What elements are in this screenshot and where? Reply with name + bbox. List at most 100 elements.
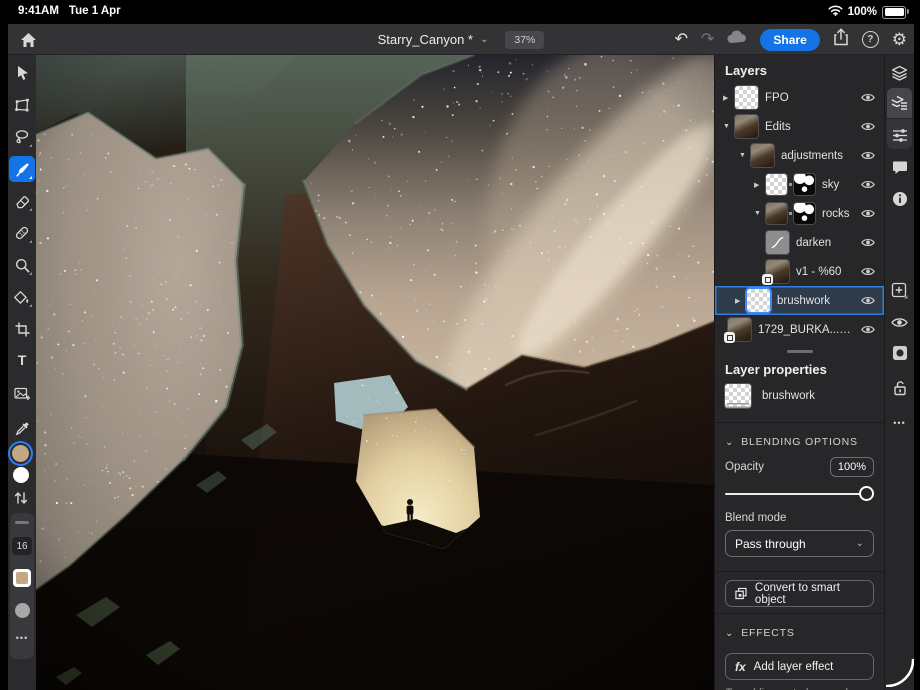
layer-visibility-eye-icon[interactable] [861,266,875,277]
blend-mode-dropdown[interactable]: Pass through ⌄ [725,530,874,557]
fill-tool[interactable] [9,284,35,310]
panel-drag-handle[interactable] [787,350,813,353]
title-chevron-icon[interactable]: ⌄ [480,34,488,45]
unlock-button[interactable] [887,376,912,400]
layer-row-adjustments[interactable]: ▼ adjustments [715,141,884,170]
move-tool[interactable] [9,60,35,86]
divider [715,613,884,614]
layer-row-brushwork-selected[interactable]: ▶ brushwork [715,286,884,315]
opacity-value-field[interactable]: 100% [830,457,874,477]
place-photo-tool[interactable] [9,380,35,406]
layer-thumbnail[interactable] [735,115,758,138]
healing-brush-tool[interactable] [9,220,35,246]
layer-row-sky[interactable]: ▶ sky [715,170,884,199]
layer-thumbnail[interactable] [766,174,787,195]
layer-visibility-eye-icon[interactable] [861,150,875,161]
mask-link-icon [789,212,792,215]
opacity-slider[interactable] [725,486,874,501]
divider [715,571,884,572]
document-title: Starry_Canyon * [378,32,473,47]
expander-icon[interactable]: ▶ [735,297,747,305]
adjustments-panel-button[interactable] [887,123,912,147]
lasso-select-tool[interactable] [9,124,35,150]
expander-icon[interactable]: ▼ [739,152,751,159]
smart-object-icon [735,587,747,600]
layer-thumbnail[interactable] [751,144,774,167]
background-color-well[interactable] [13,467,29,483]
eyedropper-tool[interactable] [9,415,35,441]
layer-properties-panel-button[interactable] [887,91,912,115]
effects-hint-text: Try adding a stroke or a drop shadow. [715,686,884,690]
opacity-label: Opacity [725,461,764,473]
layer-visibility-eye-icon[interactable] [861,324,875,335]
layer-row-fpo[interactable]: ▶ FPO [715,83,884,112]
layer-row-edits[interactable]: ▼ Edits [715,112,884,141]
starry-canyon-photo [36,55,714,690]
layer-row-v1[interactable]: v1 - %60 [715,257,884,286]
cloud-sync-icon[interactable] [727,30,747,49]
expander-icon[interactable]: ▼ [723,123,735,130]
zoom-tool[interactable] [9,252,35,278]
foreground-color-well[interactable] [12,445,29,462]
document-canvas[interactable] [36,55,714,690]
comments-button[interactable] [887,155,912,179]
expander-icon[interactable]: ▶ [723,94,735,102]
right-taskbar: ••• [884,55,914,690]
layers-panel-title: Layers [715,55,884,83]
layer-row-darken[interactable]: darken [715,228,884,257]
swap-colors-icon[interactable] [13,491,29,510]
info-button[interactable] [887,187,912,211]
add-layer-effect-button[interactable]: fx Add layer effect [725,653,874,680]
visibility-button[interactable] [887,310,912,334]
crop-tool[interactable] [9,316,35,342]
layer-thumbnail[interactable] [747,289,770,312]
help-button[interactable]: ? [862,31,879,48]
expander-icon[interactable]: ▼ [754,210,766,217]
layers-panel-button[interactable] [887,61,912,85]
layer-row-1729-burka[interactable]: 1729_BURKA...anced-NR33 [715,315,884,344]
smart-object-badge-icon [724,332,735,343]
slider-track[interactable] [725,493,874,495]
layer-thumbnail[interactable] [735,86,758,109]
photoshop-ipad-app: { "status_bar": { "time": "9:41AM", "dat… [0,0,920,690]
brush-color-swatch[interactable] [13,569,31,587]
settings-gear-button[interactable]: ⚙ [892,31,907,48]
drag-handle[interactable] [15,521,29,524]
add-mask-button[interactable] [887,341,912,365]
layer-visibility-eye-icon[interactable] [861,92,875,103]
export-icon[interactable] [833,28,849,51]
layer-visibility-eye-icon[interactable] [861,208,875,219]
layer-row-rocks[interactable]: ▼ rocks [715,199,884,228]
eraser-tool[interactable] [9,188,35,214]
blending-options-section-header[interactable]: ⌄ BLENDING OPTIONS [715,428,884,454]
wifi-icon [828,5,843,19]
curves-adjustment-thumbnail[interactable] [766,231,789,254]
layer-visibility-eye-icon[interactable] [861,179,875,190]
brush-tool[interactable] [9,156,35,182]
brush-opacity-control[interactable] [15,603,30,618]
type-tool[interactable]: T [9,347,35,373]
layer-visibility-eye-icon[interactable] [861,237,875,248]
layer-thumbnail[interactable] [766,203,787,224]
layer-visibility-eye-icon[interactable] [861,121,875,132]
share-button[interactable]: Share [760,29,819,51]
layer-visibility-eye-icon[interactable] [861,295,875,306]
slider-handle[interactable] [859,486,874,501]
add-layer-button[interactable] [887,278,912,302]
redo-button[interactable]: ↷ [701,32,714,48]
convert-to-smart-object-button[interactable]: Convert to smart object [725,580,874,607]
layer-mask-thumbnail[interactable] [794,174,815,195]
brush-size-field[interactable]: 16 [12,537,32,555]
zoom-level-badge[interactable]: 37% [505,31,544,49]
undo-button[interactable]: ↶ [675,32,688,48]
effects-section-header[interactable]: ⌄ EFFECTS [715,619,884,645]
status-bar: 9:41AM Tue 1 Apr 100% [0,0,920,24]
smart-object-thumbnail[interactable] [728,318,751,341]
layer-mask-thumbnail[interactable] [794,203,815,224]
taskbar-more-button[interactable]: ••• [887,411,912,435]
app-bar: Starry_Canyon * ⌄ 37% ↶ ↷ Share ? ⚙ [8,24,914,55]
expander-icon[interactable]: ▶ [754,181,766,189]
smart-object-thumbnail[interactable] [766,260,789,283]
toolbar-more-button[interactable]: ••• [10,633,34,643]
transform-tool[interactable] [9,92,35,118]
